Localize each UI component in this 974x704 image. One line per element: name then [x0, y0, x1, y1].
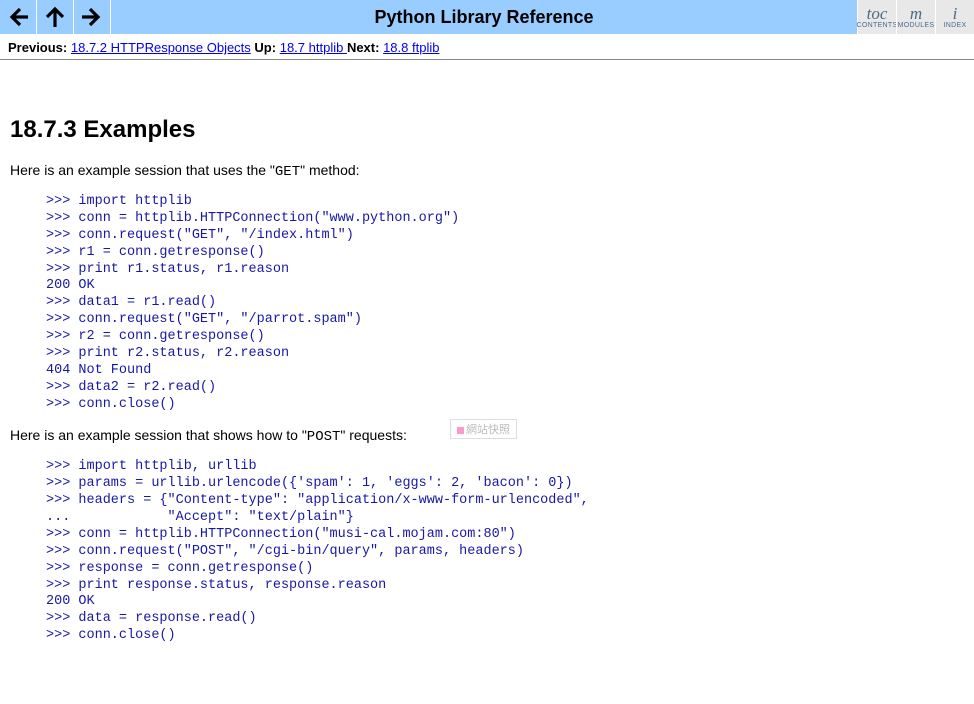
up-arrow-button[interactable]: [37, 0, 74, 34]
top-navigation-bar: Python Library Reference toc CONTENTS m …: [0, 0, 974, 34]
next-arrow-button[interactable]: [74, 0, 111, 34]
nav-arrows-group: [0, 0, 111, 34]
prev-arrow-button[interactable]: [0, 0, 37, 34]
breadcrumb-next-label: Next:: [347, 40, 380, 55]
breadcrumb: Previous: 18.7.2 HTTPResponse Objects Up…: [0, 34, 974, 60]
breadcrumb-up-label: Up:: [254, 40, 276, 55]
intro1-text-b: " method:: [300, 162, 359, 178]
section-heading: 18.7.3 Examples: [10, 116, 964, 144]
arrow-left-icon: [6, 5, 30, 29]
modules-icon-label: m: [910, 5, 922, 22]
intro2-code: POST: [307, 429, 341, 445]
intro1-code: GET: [275, 164, 300, 180]
index-small-label: INDEX: [944, 22, 967, 29]
breadcrumb-next-link[interactable]: 18.8 ftplib: [383, 40, 439, 55]
intro1-text-a: Here is an example session that uses the…: [10, 162, 275, 178]
arrow-right-icon: [80, 5, 104, 29]
contents-button[interactable]: toc CONTENTS: [857, 0, 896, 34]
toc-small-label: CONTENTS: [857, 22, 898, 29]
intro2-text-a: Here is an example session that shows ho…: [10, 427, 307, 443]
breadcrumb-prev-label: Previous:: [8, 40, 67, 55]
code-block-1: >>> import httplib >>> conn = httplib.HT…: [46, 194, 964, 413]
toc-icon-label: toc: [867, 5, 888, 22]
index-button[interactable]: i INDEX: [935, 0, 974, 34]
intro2-text-b: " requests:: [340, 427, 406, 443]
intro-paragraph-1: Here is an example session that uses the…: [10, 162, 964, 180]
breadcrumb-prev-link[interactable]: 18.7.2 HTTPResponse Objects: [71, 40, 251, 55]
code-block-2: >>> import httplib, urllib >>> params = …: [46, 459, 964, 645]
breadcrumb-up-link[interactable]: 18.7 httplib: [280, 40, 347, 55]
index-icon-label: i: [953, 5, 958, 22]
modules-small-label: MODULES: [898, 22, 935, 29]
main-content: 18.7.3 Examples Here is an example sessi…: [0, 60, 974, 667]
toc-buttons-group: toc CONTENTS m MODULES i INDEX: [857, 0, 974, 34]
page-title: Python Library Reference: [111, 0, 857, 34]
intro-paragraph-2: Here is an example session that shows ho…: [10, 427, 964, 445]
arrow-up-icon: [43, 5, 67, 29]
modules-button[interactable]: m MODULES: [896, 0, 935, 34]
